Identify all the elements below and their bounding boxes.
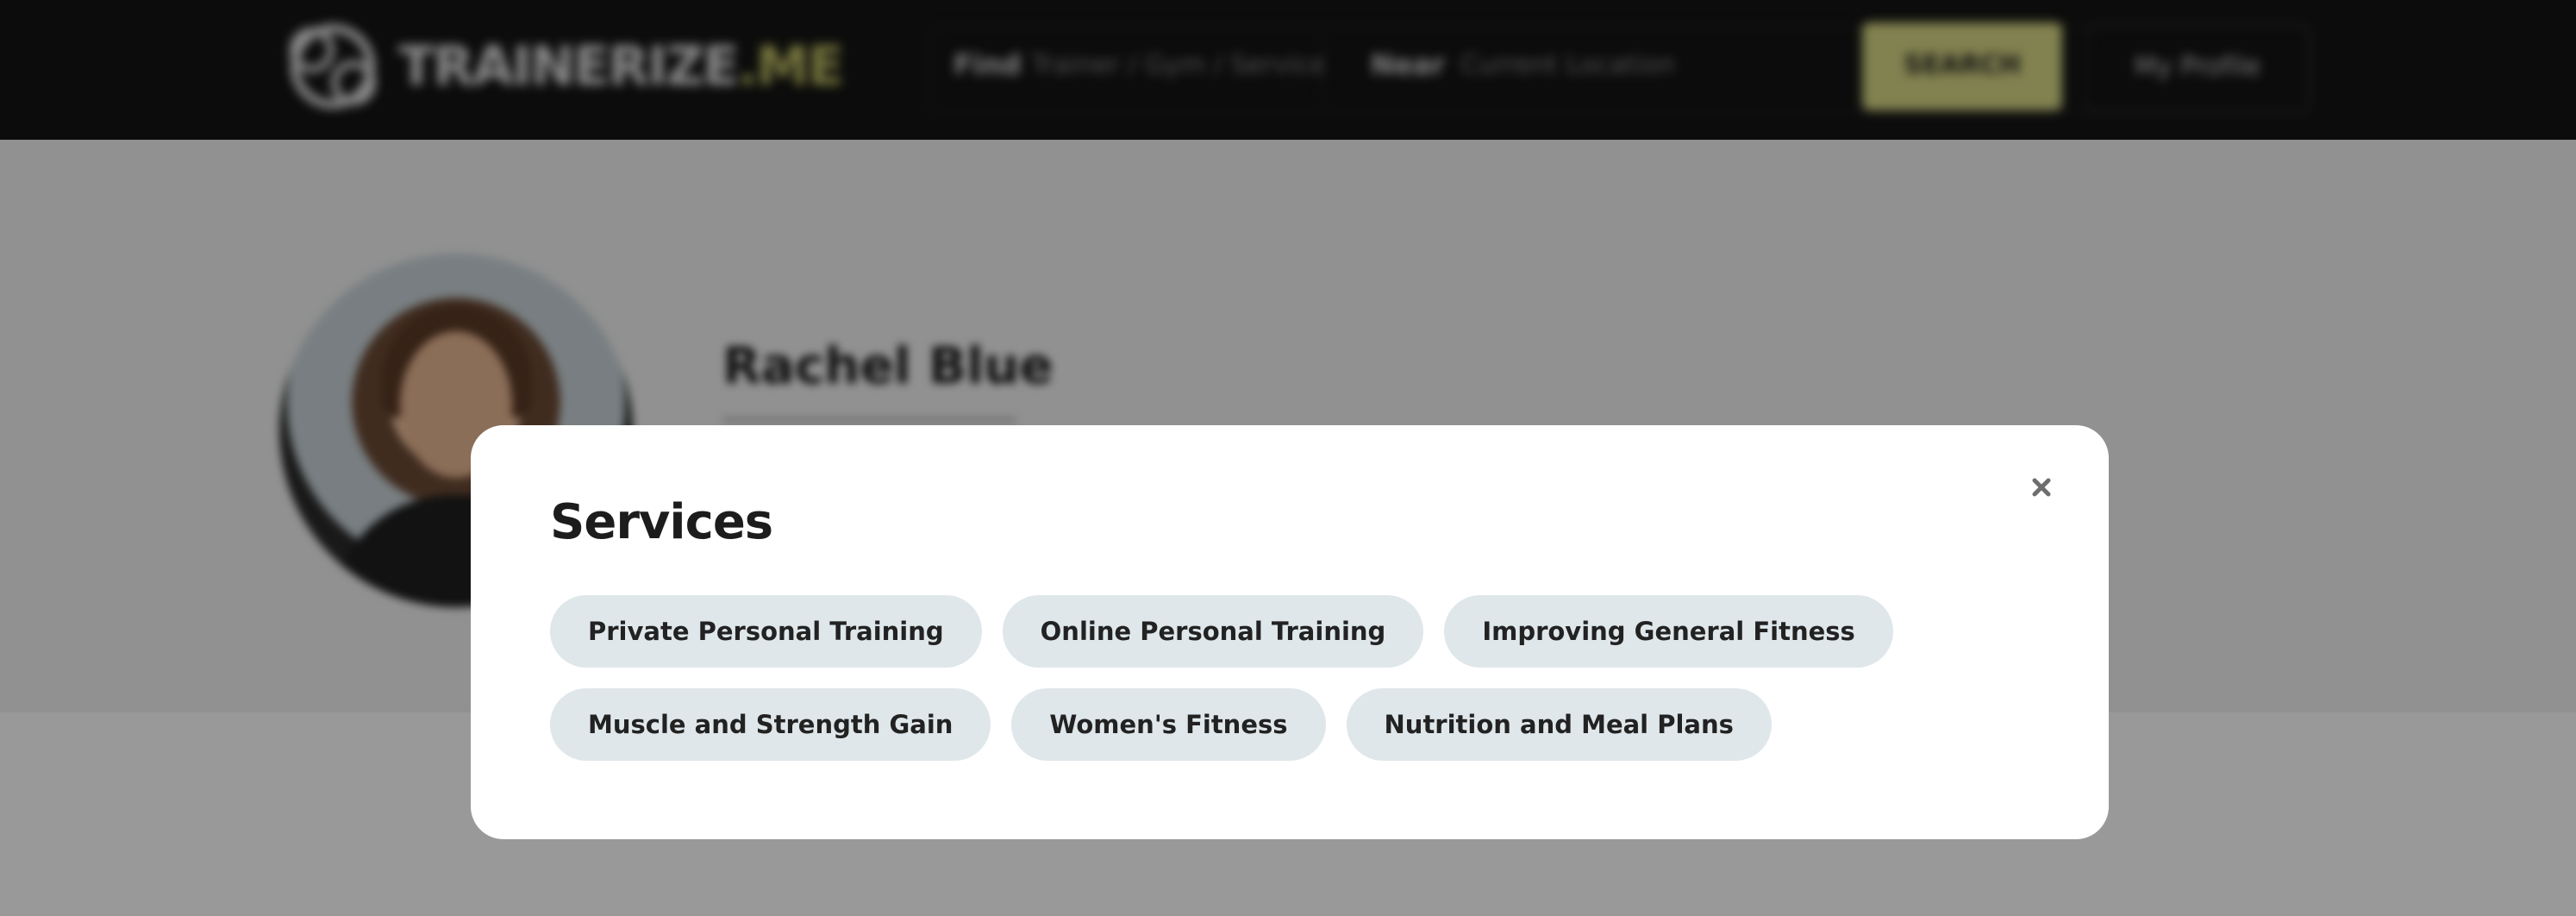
service-pill-muscle-and-strength-gain[interactable]: Muscle and Strength Gain	[550, 688, 991, 761]
close-icon	[2032, 478, 2051, 497]
service-pill-nutrition-and-meal-plans[interactable]: Nutrition and Meal Plans	[1346, 688, 1772, 761]
service-pill-online-personal-training[interactable]: Online Personal Training	[1002, 595, 1424, 668]
page: TRAINERIZE.ME Find Trainer / Gym / Servi…	[0, 0, 2576, 916]
service-pill-improving-general-fitness[interactable]: Improving General Fitness	[1444, 595, 1893, 668]
service-pill-private-personal-training[interactable]: Private Personal Training	[550, 595, 982, 668]
close-button[interactable]	[2021, 467, 2062, 508]
services-modal: Services Private Personal Training Onlin…	[471, 425, 2109, 839]
services-row: Private Personal Training Online Persona…	[550, 595, 2067, 668]
service-pill-womens-fitness[interactable]: Women's Fitness	[1011, 688, 1326, 761]
services-list: Private Personal Training Online Persona…	[550, 595, 2067, 781]
modal-title: Services	[550, 494, 773, 550]
services-row: Muscle and Strength Gain Women's Fitness…	[550, 688, 2067, 761]
